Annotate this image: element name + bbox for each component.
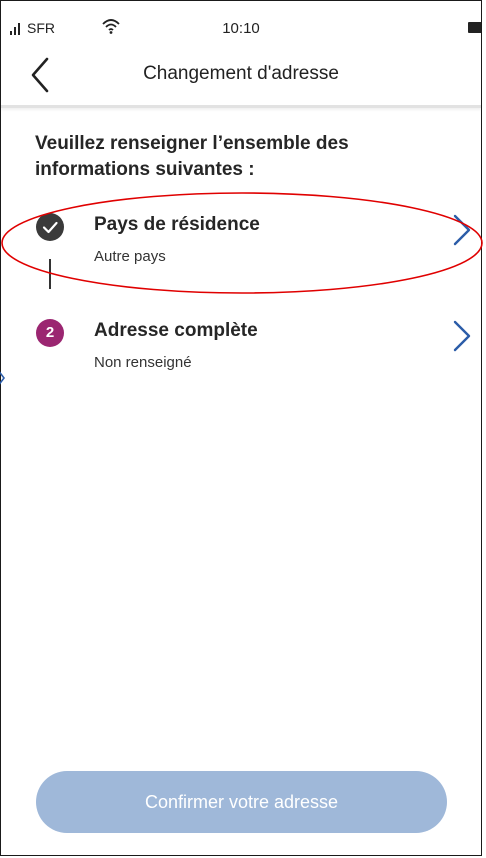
battery-icon <box>468 22 481 33</box>
chevron-right-icon <box>453 214 471 246</box>
step-connector <box>49 259 51 289</box>
app-header: Changement d'adresse <box>1 45 481 108</box>
status-bar: SFR 10:10 <box>1 1 481 45</box>
step-value: Non renseigné <box>94 354 192 371</box>
step-number-badge: 2 <box>36 319 64 347</box>
confirm-address-button[interactable]: Confirmer votre adresse <box>36 771 447 833</box>
check-icon <box>42 221 58 234</box>
chevron-right-icon <box>453 320 471 352</box>
step-value: Autre pays <box>94 248 166 265</box>
annotation-arrow-icon <box>0 371 5 385</box>
step-title: Pays de résidence <box>94 214 260 235</box>
step-full-address[interactable]: 2 Adresse complète Non renseigné <box>1 307 481 377</box>
status-time: 10:10 <box>222 20 260 37</box>
step-title: Adresse complète <box>94 320 258 341</box>
step-country-of-residence[interactable]: Pays de résidence Autre pays <box>1 201 481 271</box>
page-title: Changement d'adresse <box>143 63 339 84</box>
instructions-text: Veuillez renseigner l’ensemble des infor… <box>35 133 349 180</box>
step-completed-badge <box>36 213 64 241</box>
phone-screen: SFR 10:10 Changement d'adresse Veuillez … <box>0 0 482 856</box>
